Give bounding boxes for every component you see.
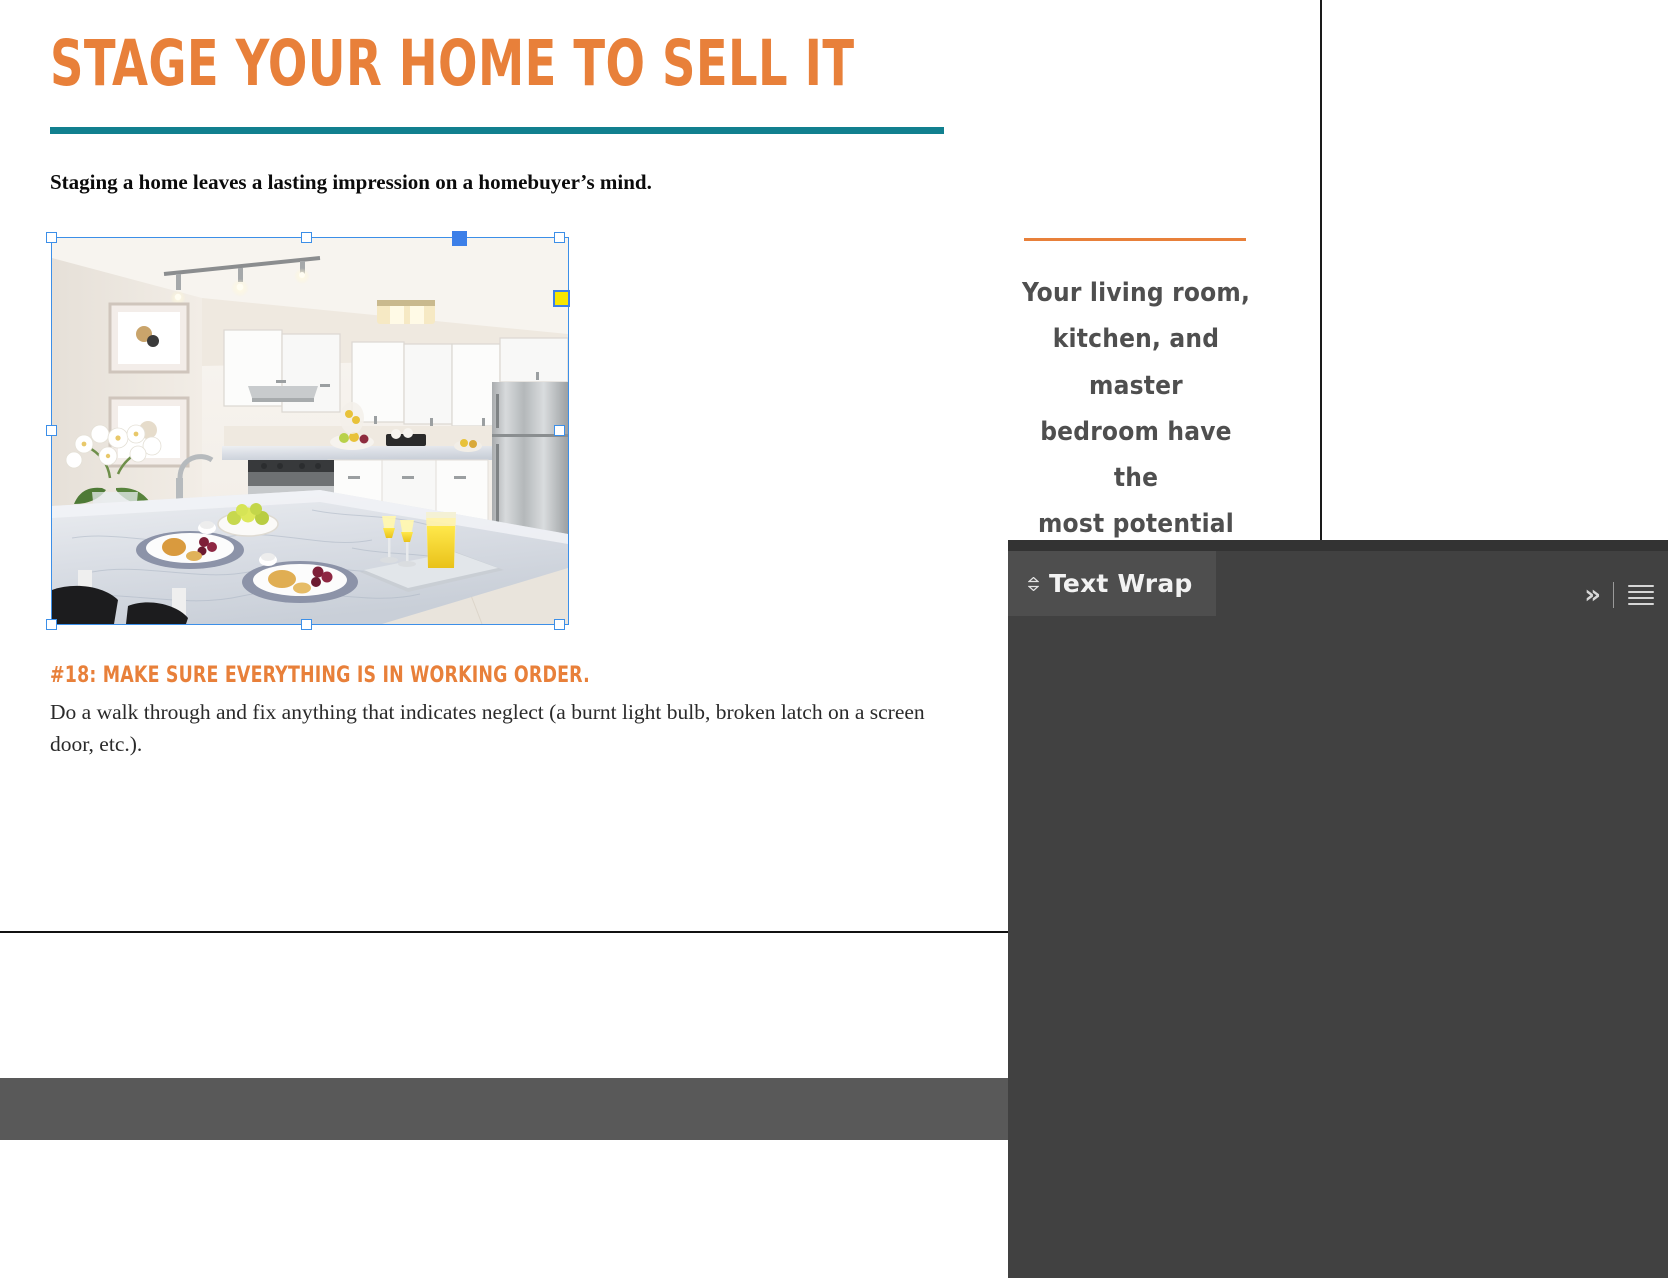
tab-text-wrap[interactable]: Text Wrap <box>1008 551 1216 616</box>
kitchen-photo[interactable] <box>52 238 568 624</box>
resize-handle-top-active[interactable] <box>452 231 467 246</box>
panel-top-strip <box>1008 540 1668 551</box>
corner-radius-handle[interactable] <box>553 290 570 307</box>
panel-content-area[interactable] <box>1008 616 1668 1278</box>
resize-handle-top-right[interactable] <box>554 232 565 243</box>
pullquote-divider-rule <box>1024 238 1246 241</box>
resize-handle-top-center[interactable] <box>301 232 312 243</box>
panel-dock-diamond-icon[interactable] <box>1028 576 1039 591</box>
title-divider-rule <box>50 127 944 134</box>
pullquote-line: Your living room, <box>1021 278 1251 308</box>
panel-tab-bar[interactable]: Text Wrap » <box>1008 551 1668 616</box>
resize-handle-bottom-center[interactable] <box>301 619 312 630</box>
page-subtitle[interactable]: Staging a home leaves a lasting impressi… <box>50 170 652 195</box>
pullquote-line: bedroom have the <box>1040 416 1232 494</box>
footer-gray-band <box>0 1078 1008 1140</box>
page-boundary-horizontal-rule <box>0 931 1008 933</box>
text-wrap-panel[interactable]: Text Wrap » <box>1008 540 1668 1278</box>
resize-handle-bottom-right[interactable] <box>554 619 565 630</box>
resize-handle-middle-left[interactable] <box>46 425 57 436</box>
hamburger-menu-icon[interactable] <box>1628 584 1654 605</box>
panel-title: Text Wrap <box>1049 569 1193 598</box>
kitchen-photo-container[interactable] <box>52 238 568 624</box>
caption-body-text[interactable]: Do a walk through and fix anything that … <box>50 697 940 761</box>
application-window: STAGE YOUR HOME TO SELL IT Staging a hom… <box>0 0 1668 1278</box>
chevron-double-right-icon[interactable]: » <box>1584 582 1601 608</box>
page-title[interactable]: STAGE YOUR HOME TO SELL IT <box>50 32 854 95</box>
caption-heading[interactable]: #18: MAKE SURE EVERYTHING IS IN WORKING … <box>50 663 590 688</box>
resize-handle-bottom-left[interactable] <box>46 619 57 630</box>
control-separator <box>1613 581 1614 608</box>
resize-handle-top-left[interactable] <box>46 232 57 243</box>
pullquote-line: kitchen, and master <box>1052 324 1220 401</box>
resize-handle-middle-right[interactable] <box>554 425 565 436</box>
page-edge-vertical-rule <box>1320 0 1322 540</box>
